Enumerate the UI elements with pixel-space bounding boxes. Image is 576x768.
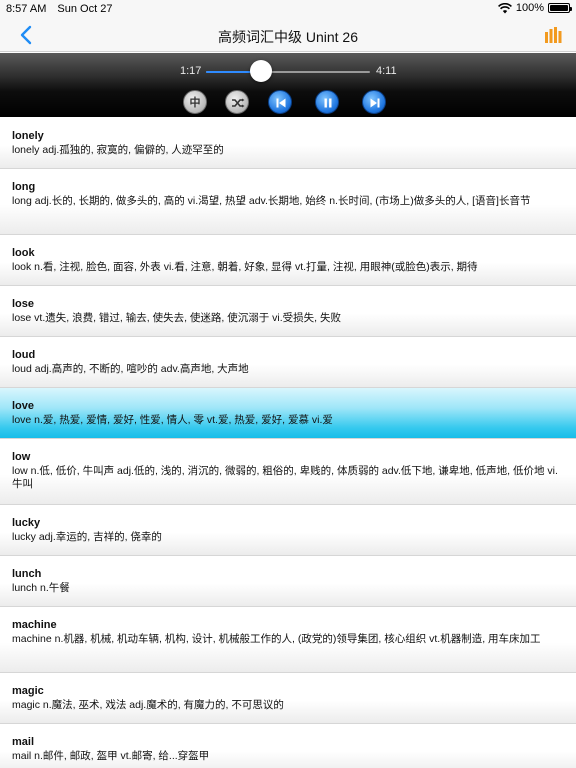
previous-icon [276,98,286,108]
next-button[interactable] [362,90,386,114]
word-definition: lunch n.午餐 [12,582,70,594]
previous-button[interactable] [268,90,292,114]
wifi-icon [497,2,512,13]
word-definition: mail n.邮件, 邮政, 盔甲 vt.邮寄, 给...穿盔甲 [12,750,210,762]
word-definition: loud adj.高声的, 不断的, 喧吵的 adv.高声地, 大声地 [12,363,249,375]
page-title: 高频词汇中级 Unint 26 [217,29,359,45]
word-title: mail [12,736,35,748]
total-time: 4:11 [376,65,397,77]
word-definition: love n.爱, 热爱, 爱情, 爱好, 性爱, 情人, 零 vt.爱, 热爱… [12,414,333,426]
status-bar: 8:57 AM Sun Oct 27 100% [0,0,576,18]
status-time: 8:57 AM [6,3,47,15]
word-title: long [12,181,36,193]
language-toggle-button[interactable]: 中 [183,90,207,114]
pause-button[interactable] [315,90,339,114]
word-title: lonely [12,130,44,142]
word-row[interactable]: lonely lonely adj.孤独的, 寂寞的, 偏僻的, 人迹罕至的 [0,118,576,169]
language-toggle-label: 中 [189,97,201,109]
pause-icon [324,98,332,108]
word-title: lose [12,298,35,310]
word-row[interactable]: love love n.爱, 热爱, 爱情, 爱好, 性爱, 情人, 零 vt.爱… [0,388,576,439]
word-definition: long adj.长的, 长期的, 做多头的, 高的 vi.渴望, 热望 adv… [12,195,531,207]
current-time: 1:17 [180,65,202,77]
word-definition: lonely adj.孤独的, 寂寞的, 偏僻的, 人迹罕至的 [12,144,224,156]
word-title: machine [12,619,57,631]
word-title: lucky [12,517,41,529]
word-row[interactable]: look look n.看, 注视, 脸色, 面容, 外表 vi.看, 注意, 朝… [0,235,576,286]
word-row[interactable]: magic magic n.魔法, 巫术, 戏法 adj.魔术的, 有魔力的, 不… [0,673,576,724]
battery-icon [548,3,572,13]
status-date: Sun Oct 27 [57,3,113,15]
progress-track[interactable] [206,71,370,73]
word-definition: lose vt.遗失, 浪费, 错过, 输去, 使失去, 使迷路, 使沉溺于 v… [12,312,342,324]
next-icon [370,98,380,108]
word-list: lonely lonely adj.孤独的, 寂寞的, 偏僻的, 人迹罕至的 lon… [0,118,576,768]
word-row[interactable]: long long adj.长的, 长期的, 做多头的, 高的 vi.渴望, 热望… [0,169,576,235]
audio-player: 1:17 4:11 中 [0,53,576,117]
word-row[interactable]: mail mail n.邮件, 邮政, 盔甲 vt.邮寄, 给...穿盔甲 [0,724,576,768]
progress-thumb[interactable] [249,60,272,82]
shuffle-icon [232,98,245,108]
shuffle-button[interactable] [225,90,249,114]
word-title: look [12,247,35,259]
word-row[interactable]: loud loud adj.高声的, 不断的, 喧吵的 adv.高声地, 大声地 [0,337,576,388]
word-title: low [12,451,31,463]
word-row[interactable]: machine machine n.机器, 机械, 机动车辆, 机构, 设计, 机… [0,607,576,673]
bar-chart-icon[interactable] [544,27,562,43]
word-title: love [12,400,35,412]
word-definition: machine n.机器, 机械, 机动车辆, 机构, 设计, 机械般工作的人,… [12,633,541,645]
word-title: loud [12,349,36,361]
word-row[interactable]: lunch lunch n.午餐 [0,556,576,607]
word-title: magic [12,685,44,697]
word-row[interactable]: lose lose vt.遗失, 浪费, 错过, 输去, 使失去, 使迷路, 使沉… [0,286,576,337]
word-row[interactable]: lucky lucky adj.幸运的, 吉祥的, 侥幸的 [0,505,576,556]
navigation-bar: 高频词汇中级 Unint 26 [0,18,576,52]
word-title: lunch [12,568,42,580]
battery-percent: 100% [515,2,544,14]
word-definition: magic n.魔法, 巫术, 戏法 adj.魔术的, 有魔力的, 不可思议的 [12,699,284,711]
word-row[interactable]: low low n.低, 低价, 牛叫声 adj.低的, 浅的, 消沉的, 微弱的… [0,439,576,505]
word-definition: lucky adj.幸运的, 吉祥的, 侥幸的 [12,531,162,543]
word-definition: look n.看, 注视, 脸色, 面容, 外表 vi.看, 注意, 朝着, 好… [12,261,478,273]
word-definition: low n.低, 低价, 牛叫声 adj.低的, 浅的, 消沉的, 微弱的, 粗… [12,465,558,490]
